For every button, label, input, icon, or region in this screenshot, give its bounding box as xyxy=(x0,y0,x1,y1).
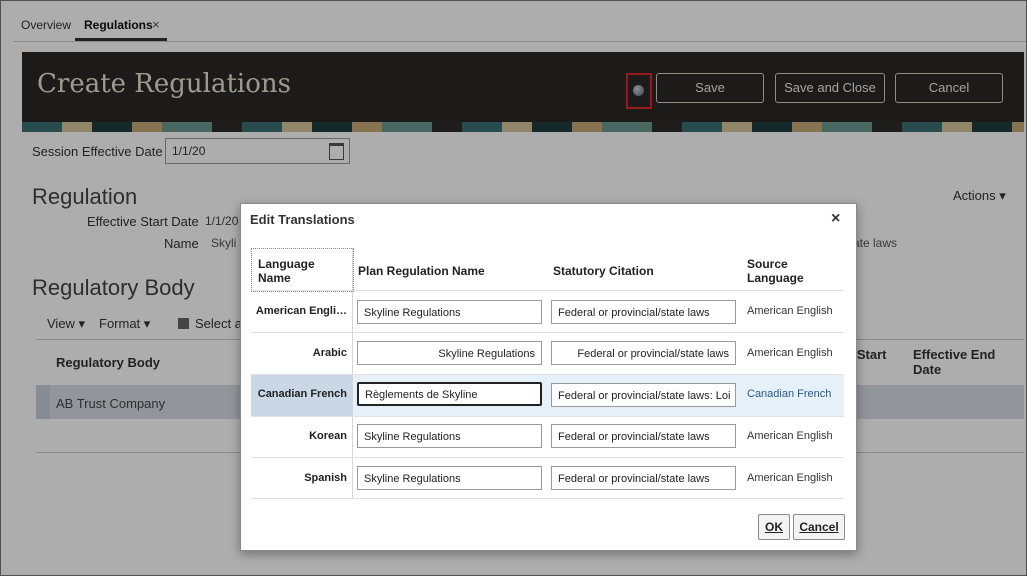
source-language-cell: American English xyxy=(747,347,833,359)
statutory-citation-input[interactable]: Federal or provincial/state laws xyxy=(551,300,736,324)
divider xyxy=(251,457,844,458)
source-language-cell: Canadian French xyxy=(747,388,832,400)
plan-regulation-name-input[interactable]: Skyline Regulations xyxy=(357,300,542,324)
divider xyxy=(251,498,844,499)
plan-regulation-name-input[interactable]: Skyline Regulations xyxy=(357,341,542,365)
source-language-cell: American English xyxy=(747,305,833,317)
language-cell: Spanish xyxy=(304,472,347,484)
statutory-citation-input[interactable]: Federal or provincial/state laws xyxy=(551,466,736,490)
column-header-language: Language Name xyxy=(258,257,315,285)
divider xyxy=(251,290,844,291)
dialog-title: Edit Translations xyxy=(250,212,355,227)
divider xyxy=(251,332,844,333)
language-cell: Korean xyxy=(309,430,347,442)
statutory-citation-input[interactable]: Federal or provincial/state laws xyxy=(551,341,736,365)
language-cell: Canadian French xyxy=(257,388,347,400)
statutory-citation-input[interactable]: Federal or provincial/state laws: Loi xyxy=(551,383,736,407)
source-language-cell: American English xyxy=(747,430,833,442)
source-language-cell: American English xyxy=(747,472,833,484)
column-header-statutory-citation: Statutory Citation xyxy=(553,264,654,278)
dialog-cancel-button[interactable]: Cancel xyxy=(793,514,845,540)
language-cell: American Engli… xyxy=(255,305,347,317)
divider xyxy=(352,248,353,498)
ok-button[interactable]: OK xyxy=(758,514,790,540)
edit-translations-dialog: Edit Translations × Language Name Plan R… xyxy=(240,203,857,551)
divider xyxy=(251,374,844,375)
divider xyxy=(251,416,844,417)
plan-regulation-name-input[interactable]: Skyline Regulations xyxy=(357,424,542,448)
column-header-plan-regulation-name: Plan Regulation Name xyxy=(358,264,485,278)
plan-regulation-name-input[interactable]: Skyline Regulations xyxy=(357,466,542,490)
plan-regulation-name-input[interactable]: Règlements de Skyline xyxy=(357,382,542,406)
close-icon[interactable]: × xyxy=(831,210,840,228)
language-cell: Arabic xyxy=(312,347,347,359)
column-header-source-language: Source Language xyxy=(747,257,804,285)
statutory-citation-input[interactable]: Federal or provincial/state laws xyxy=(551,424,736,448)
